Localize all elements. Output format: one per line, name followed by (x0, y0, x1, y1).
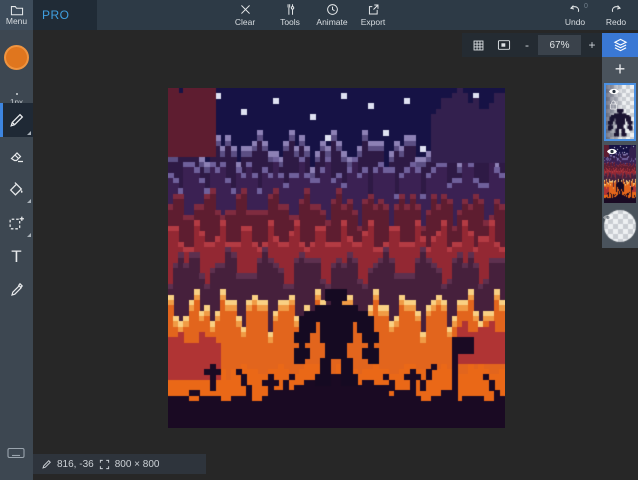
zoom-level-display[interactable]: 67% (538, 35, 581, 55)
export-icon (367, 3, 380, 16)
zoom-in-button[interactable]: + (583, 35, 601, 55)
layer-3-visibility-eye-icon[interactable] (602, 213, 614, 222)
pixel-editor-app: Menu PRO Clear Tools (0, 0, 638, 480)
folder-icon (10, 4, 24, 16)
zoom-value: 67% (549, 40, 569, 51)
undo-count-badge: 0 (584, 3, 588, 10)
tools-label: Tools (280, 18, 300, 27)
color-swatch[interactable] (0, 37, 33, 77)
export-label: Export (361, 18, 386, 27)
undo-icon (568, 3, 582, 16)
redo-label: Redo (606, 18, 626, 27)
submenu-triangle (27, 199, 31, 203)
redo-button[interactable]: Redo (596, 0, 636, 30)
clear-label: Clear (235, 18, 255, 27)
selection-tool[interactable] (0, 207, 33, 239)
layers-panel: + (602, 57, 638, 248)
preview-toggle-button[interactable] (494, 35, 514, 55)
export-button[interactable]: Export (352, 0, 394, 30)
view-controls-strip: - 67% + (462, 33, 602, 57)
pro-label: PRO (42, 8, 70, 22)
pro-tab[interactable]: PRO (33, 0, 97, 30)
redo-icon (609, 3, 623, 16)
cursor-coordinates: 816, -36 (57, 459, 94, 470)
layer-2-tile[interactable] (604, 145, 636, 203)
eraser-tool[interactable] (0, 140, 33, 172)
minus-icon: - (525, 38, 529, 52)
undo-button[interactable]: Undo (555, 0, 595, 30)
animate-label: Animate (316, 18, 347, 27)
pencil-status-icon (41, 459, 52, 470)
text-tool[interactable]: T (0, 241, 33, 271)
submenu-triangle (27, 233, 31, 237)
grid-icon (472, 39, 485, 52)
keyboard-icon[interactable] (7, 447, 25, 460)
current-color-circle (4, 45, 29, 70)
clear-button[interactable]: Clear (225, 0, 265, 30)
pencil-icon (8, 112, 25, 129)
text-tool-icon: T (11, 248, 21, 265)
layer-3-tile[interactable] (603, 209, 637, 243)
clock-icon (326, 3, 339, 16)
add-layer-button[interactable]: + (602, 57, 638, 81)
fill-bucket-tool[interactable] (0, 173, 33, 205)
grid-toggle-button[interactable] (468, 35, 488, 55)
tool-sidebar: 1px (0, 30, 33, 480)
zoom-out-button[interactable]: - (518, 35, 536, 55)
layer-2-visibility-eye-icon[interactable] (606, 147, 618, 156)
top-toolbar: Menu PRO Clear Tools (0, 0, 638, 30)
brush-size-dot (16, 93, 18, 95)
eyedropper-icon (9, 282, 25, 298)
tools-icon (284, 3, 297, 16)
layer-1-visibility-eye-icon[interactable] (608, 87, 620, 96)
tools-button[interactable]: Tools (270, 0, 310, 30)
status-bar: 816, -36 800 × 800 (33, 454, 206, 474)
undo-label: Undo (565, 18, 585, 27)
layer-1-tile[interactable] (604, 83, 636, 141)
eyedropper-tool[interactable] (0, 273, 33, 307)
add-layer-label: + (615, 59, 626, 80)
image-preview-icon (497, 39, 511, 51)
animate-button[interactable]: Animate (311, 0, 353, 30)
menu-button[interactable]: Menu (0, 0, 33, 30)
pencil-tool[interactable] (0, 103, 33, 137)
marquee-icon (8, 215, 25, 232)
canvas-size-icon (99, 459, 110, 470)
submenu-triangle (27, 131, 31, 135)
clear-icon (239, 3, 252, 16)
selected-tool-indicator (0, 103, 3, 137)
pixel-canvas[interactable] (168, 88, 505, 428)
eraser-icon (9, 148, 25, 164)
plus-icon: + (588, 38, 595, 52)
bucket-icon (8, 181, 25, 198)
menu-label: Menu (6, 17, 27, 26)
layer-1-lock-icon[interactable] (609, 100, 618, 110)
canvas-size-value: 800 × 800 (115, 459, 160, 470)
layers-panel-button[interactable] (602, 33, 638, 57)
layers-icon (613, 38, 628, 52)
